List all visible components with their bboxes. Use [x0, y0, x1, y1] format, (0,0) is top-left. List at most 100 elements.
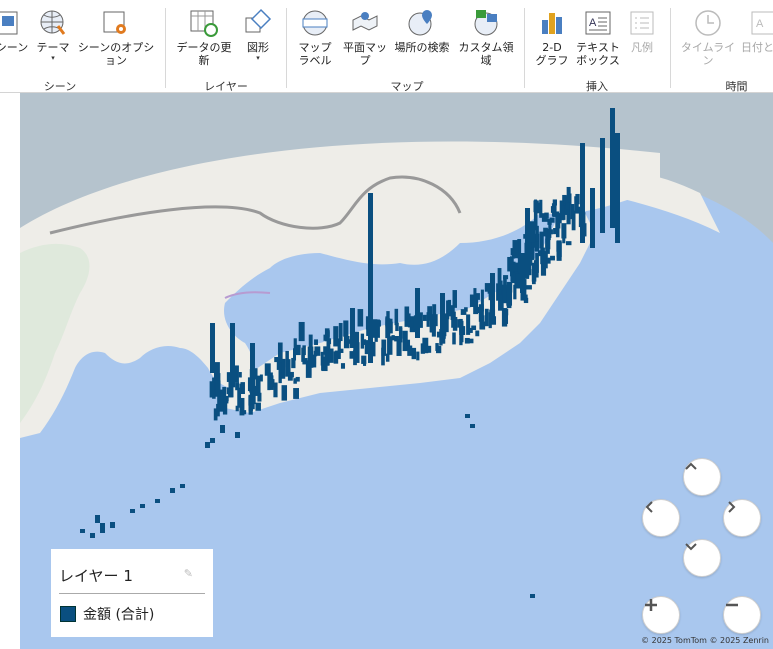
zoom-in-button[interactable] [642, 596, 680, 634]
custom-regions-icon [474, 10, 498, 36]
data-column [308, 334, 313, 348]
find-location-button[interactable]: 場所の検索 [394, 8, 450, 54]
refresh-data-icon [190, 10, 218, 37]
ribbon: シーン テーマ ▾ シーンのオプション シーン データの更新 図形 ▾ レイヤー… [0, 0, 773, 93]
data-column [394, 308, 399, 326]
data-column [547, 218, 552, 225]
data-column [545, 238, 551, 250]
data-column [301, 347, 305, 362]
data-column [314, 339, 318, 345]
tilt-up-button[interactable] [683, 458, 721, 496]
data-column [338, 322, 343, 342]
tilt-down-button[interactable] [683, 539, 721, 577]
data-column [180, 484, 185, 488]
scene-options-button[interactable]: シーンのオプション [74, 8, 158, 67]
data-column [255, 375, 261, 396]
data-column [470, 424, 475, 428]
data-column [239, 383, 245, 389]
data-column [210, 438, 215, 443]
data-column [281, 385, 288, 401]
data-column [574, 196, 579, 212]
map-labels-button[interactable]: マップ ラベル [296, 8, 334, 67]
scene-icon [0, 11, 18, 35]
data-column [249, 385, 256, 405]
scene-button[interactable]: シーン [0, 8, 32, 54]
data-column [293, 388, 299, 399]
data-column [340, 363, 346, 369]
group-layer-label: レイヤー [204, 80, 248, 93]
data-column [422, 337, 429, 354]
data-column [276, 358, 280, 370]
data-column [237, 387, 242, 408]
data-column [436, 345, 442, 354]
data-column [255, 402, 261, 411]
map-labels-icon [302, 10, 328, 36]
data-column [566, 186, 571, 203]
theme-button[interactable]: テーマ ▾ [36, 8, 70, 62]
data-column [90, 533, 95, 538]
data-column [273, 382, 278, 398]
data-column [508, 257, 514, 265]
data-column [290, 371, 294, 378]
data-column [506, 281, 513, 293]
left-panel-edge [0, 93, 20, 649]
legend-button[interactable]: 凡例 [624, 8, 660, 54]
data-column [484, 308, 489, 327]
data-column [547, 228, 551, 241]
data-column [580, 143, 585, 243]
legend-swatch [60, 606, 76, 622]
data-column [475, 330, 480, 337]
plus-icon [645, 599, 657, 611]
data-column [464, 337, 470, 344]
data-column [539, 231, 544, 249]
flat-map-button[interactable]: 平面マップ [338, 8, 392, 67]
data-column [235, 382, 240, 391]
data-column [530, 594, 535, 598]
data-column [267, 375, 274, 390]
data-column [550, 255, 555, 261]
data-column [546, 257, 551, 264]
data-column [293, 378, 297, 384]
data-column [543, 251, 548, 258]
pencil-icon[interactable]: ✎ [184, 567, 193, 580]
shapes-icon [245, 8, 272, 33]
refresh-data-button[interactable]: データの更新 [172, 8, 236, 67]
data-column [440, 293, 445, 333]
rotate-right-button[interactable] [723, 499, 761, 537]
text-box-button[interactable]: A テキスト ボックス [576, 8, 620, 67]
data-column [387, 321, 393, 334]
data-column [230, 323, 235, 383]
rotate-left-button[interactable] [642, 499, 680, 537]
data-column [95, 515, 100, 523]
date-time-button[interactable]: A 日付と時 [738, 8, 773, 54]
data-column [484, 283, 491, 292]
timeline-button[interactable]: タイムライン [678, 8, 738, 67]
zoom-out-button[interactable] [723, 596, 761, 634]
data-column [363, 361, 367, 366]
legend-series-label: 金額 (合計) [83, 607, 155, 623]
chart-2d-button[interactable]: 2-D グラフ [532, 8, 572, 67]
data-column [210, 323, 215, 373]
data-column [328, 348, 334, 363]
data-column [503, 275, 509, 280]
ribbon-separator [165, 8, 166, 88]
data-column [471, 325, 477, 331]
find-location-icon [408, 10, 432, 36]
data-column [447, 299, 452, 317]
svg-text:A: A [589, 17, 597, 29]
data-column [416, 351, 420, 361]
data-column [407, 345, 413, 356]
data-column [610, 108, 615, 228]
chevron-down-icon [685, 543, 697, 551]
data-column [307, 346, 314, 368]
data-column [490, 273, 495, 318]
shapes-button[interactable]: 図形 ▾ [240, 8, 276, 62]
data-column [80, 529, 85, 533]
data-column [497, 268, 502, 287]
layer-legend[interactable]: レイヤー 1 ✎ 金額 (合計) [51, 549, 213, 637]
data-column [478, 304, 484, 322]
group-insert-label: 挿入 [586, 80, 608, 93]
ribbon-separator [286, 8, 287, 88]
custom-regions-button[interactable]: カスタム領域 [454, 8, 518, 67]
chevron-left-icon [645, 501, 653, 513]
